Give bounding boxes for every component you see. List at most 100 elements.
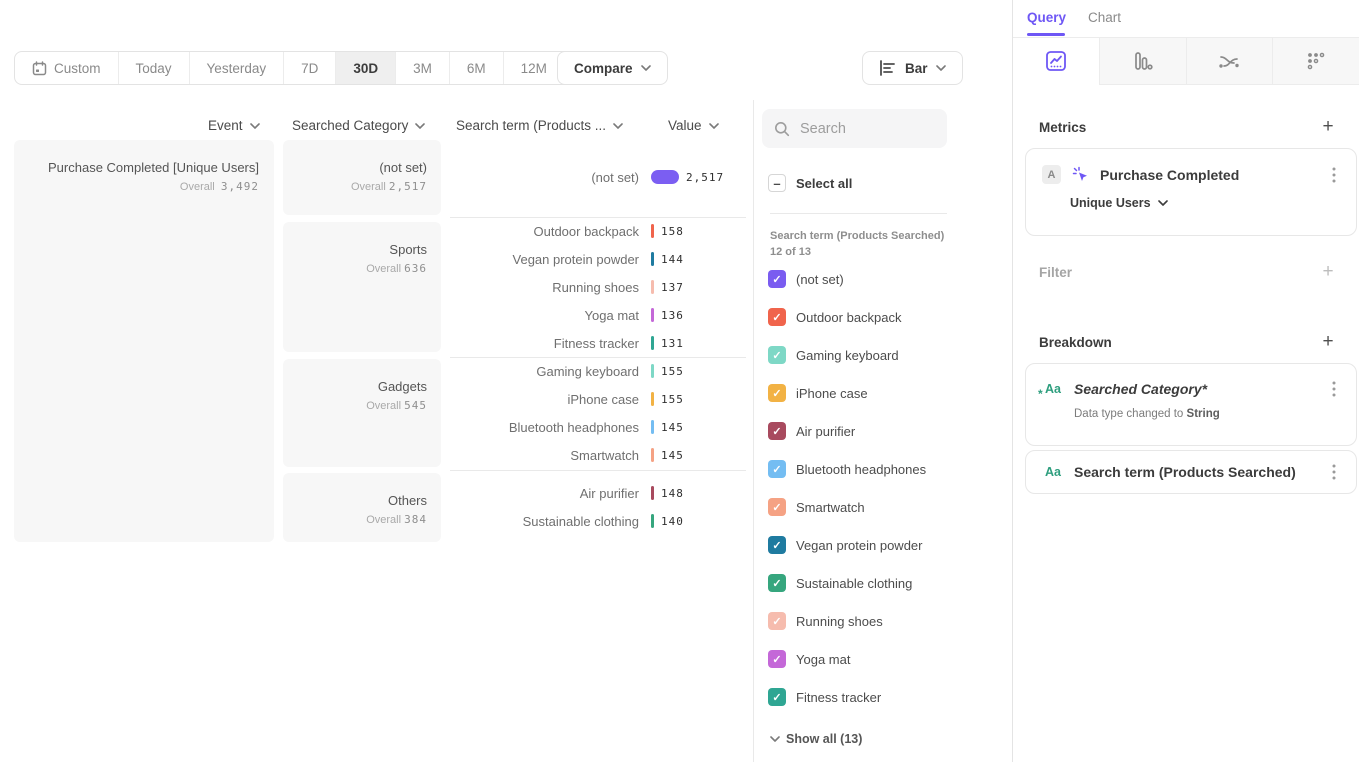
term-label: Bluetooth headphones (450, 420, 651, 435)
add-filter-button[interactable]: + (1317, 261, 1339, 283)
term-filter-checkbox[interactable]: ✓Yoga mat (768, 650, 850, 668)
term-row[interactable]: iPhone case155 (450, 385, 746, 413)
breakdown-card[interactable]: Aa Search term (Products Searched) (1025, 450, 1357, 494)
term-filter-checkbox[interactable]: ✓Running shoes (768, 612, 883, 630)
event-card[interactable]: Purchase Completed [Unique Users] Overal… (14, 140, 274, 542)
checkbox-checked-icon: ✓ (768, 270, 786, 288)
tab-flows[interactable] (1186, 38, 1273, 85)
select-all-checkbox[interactable]: – Select all (768, 174, 852, 192)
term-row[interactable]: Outdoor backpack158 (450, 217, 746, 245)
term-filter-checkbox[interactable]: ✓Outdoor backpack (768, 308, 902, 326)
checkbox-checked-icon: ✓ (768, 460, 786, 478)
group-separator (450, 357, 746, 358)
term-row[interactable]: Bluetooth headphones 145 (450, 413, 746, 441)
category-card[interactable]: (not set)Overall 2,517 (283, 140, 441, 215)
tab-retention[interactable] (1272, 38, 1359, 85)
kebab-menu-icon[interactable] (1326, 166, 1342, 184)
tab-insights[interactable] (1013, 38, 1099, 85)
compare-label: Compare (574, 61, 633, 76)
term-filter-checkbox[interactable]: ✓Vegan protein powder (768, 536, 922, 554)
date-range-label: 3M (413, 61, 432, 76)
term-filter-label: Outdoor backpack (796, 310, 902, 325)
column-header-category[interactable]: Searched Category (292, 118, 425, 133)
column-header-value[interactable]: Value (668, 118, 719, 133)
term-value: 145 (661, 421, 684, 434)
add-breakdown-button[interactable]: + (1317, 331, 1339, 353)
category-card[interactable]: GadgetsOverall 545 (283, 359, 441, 467)
breakdown-title: Searched Category* (1074, 381, 1316, 397)
value-bar (651, 308, 654, 322)
term-filter-checkbox[interactable]: ✓iPhone case (768, 384, 868, 402)
term-row[interactable]: Smartwatch145 (450, 441, 746, 469)
date-range-30d[interactable]: 30D (335, 52, 395, 84)
date-range-label: 7D (301, 61, 318, 76)
value-bar (651, 448, 654, 462)
search-input[interactable] (800, 121, 930, 137)
active-tab-underline (1027, 33, 1065, 36)
tab-query[interactable]: Query (1027, 10, 1066, 25)
chevron-down-icon (770, 736, 780, 742)
term-row[interactable]: Air purifier148 (450, 479, 746, 507)
flows-icon (1217, 50, 1241, 72)
date-range-label: 6M (467, 61, 486, 76)
date-range-today[interactable]: Today (118, 52, 189, 84)
term-filter-label: Running shoes (796, 614, 883, 629)
term-label: Gaming keyboard (450, 364, 651, 379)
column-header-term[interactable]: Search term (Products ... (456, 118, 623, 133)
category-card[interactable]: OthersOverall 384 (283, 473, 441, 542)
report-type-tabs (1013, 37, 1359, 85)
column-header-event[interactable]: Event (208, 118, 260, 133)
value-bar (651, 514, 654, 528)
term-filter-checkbox[interactable]: ✓(not set) (768, 270, 844, 288)
add-metric-button[interactable]: + (1317, 116, 1339, 138)
term-row[interactable]: Yoga mat136 (450, 301, 746, 329)
show-all-button[interactable]: Show all (13) (770, 732, 862, 746)
compare-button[interactable]: Compare (557, 51, 668, 85)
term-row[interactable]: Running shoes137 (450, 273, 746, 301)
term-filter-checkbox[interactable]: ✓Bluetooth headphones (768, 460, 926, 478)
kebab-menu-icon[interactable] (1326, 380, 1342, 398)
checkbox-checked-icon: ✓ (768, 422, 786, 440)
chart-type-dropdown[interactable]: Bar (862, 51, 963, 85)
kebab-menu-icon[interactable] (1326, 463, 1342, 481)
term-row[interactable]: (not set)2,517 (450, 163, 746, 191)
value-bar (651, 392, 654, 406)
term-row[interactable]: Sustainable clothing140 (450, 507, 746, 535)
checkbox-checked-icon: ✓ (768, 498, 786, 516)
term-filter-checkbox[interactable]: ✓Air purifier (768, 422, 855, 440)
term-label: (not set) (450, 170, 651, 185)
term-filter-checkbox[interactable]: ✓Sustainable clothing (768, 574, 912, 592)
chart-type-label: Bar (905, 61, 928, 76)
date-range-12m[interactable]: 12M (503, 52, 564, 84)
term-label: Smartwatch (450, 448, 651, 463)
term-row[interactable]: Gaming keyboard155 (450, 357, 746, 385)
metric-aggregation-dropdown[interactable]: Unique Users (1070, 196, 1342, 210)
checkbox-checked-icon: ✓ (768, 346, 786, 364)
term-row[interactable]: Fitness tracker131 (450, 329, 746, 357)
value-bar (651, 252, 654, 266)
checkbox-checked-icon: ✓ (768, 650, 786, 668)
tab-funnels[interactable] (1099, 38, 1186, 85)
value-bar (651, 364, 654, 378)
term-value: 136 (661, 309, 684, 322)
date-range-custom[interactable]: Custom (15, 52, 118, 84)
date-range-yesterday[interactable]: Yesterday (189, 52, 284, 84)
tab-chart[interactable]: Chart (1088, 10, 1121, 25)
term-row[interactable]: Vegan protein powder144 (450, 245, 746, 273)
date-range-3m[interactable]: 3M (395, 52, 449, 84)
term-filter-label: Gaming keyboard (796, 348, 899, 363)
term-filter-checkbox[interactable]: ✓Smartwatch (768, 498, 865, 516)
search-box[interactable] (762, 109, 947, 148)
terms-group-label: Search term (Products Searched) 12 of 13 (770, 228, 945, 260)
retention-icon (1305, 50, 1327, 72)
date-range-6m[interactable]: 6M (449, 52, 503, 84)
breakdown-card[interactable]: Aa* Searched Category* Data type changed… (1025, 363, 1357, 446)
term-filter-checkbox[interactable]: ✓ Gaming keyboard (768, 346, 899, 364)
term-value: 158 (661, 225, 684, 238)
metric-letter-badge: A (1042, 165, 1061, 184)
date-range-7d[interactable]: 7D (283, 52, 335, 84)
term-filter-label: Sustainable clothing (796, 576, 912, 591)
term-filter-checkbox[interactable]: ✓Fitness tracker (768, 688, 881, 706)
category-card[interactable]: SportsOverall 636 (283, 222, 441, 352)
metric-card[interactable]: A Purchase Completed Unique Users (1025, 148, 1357, 236)
